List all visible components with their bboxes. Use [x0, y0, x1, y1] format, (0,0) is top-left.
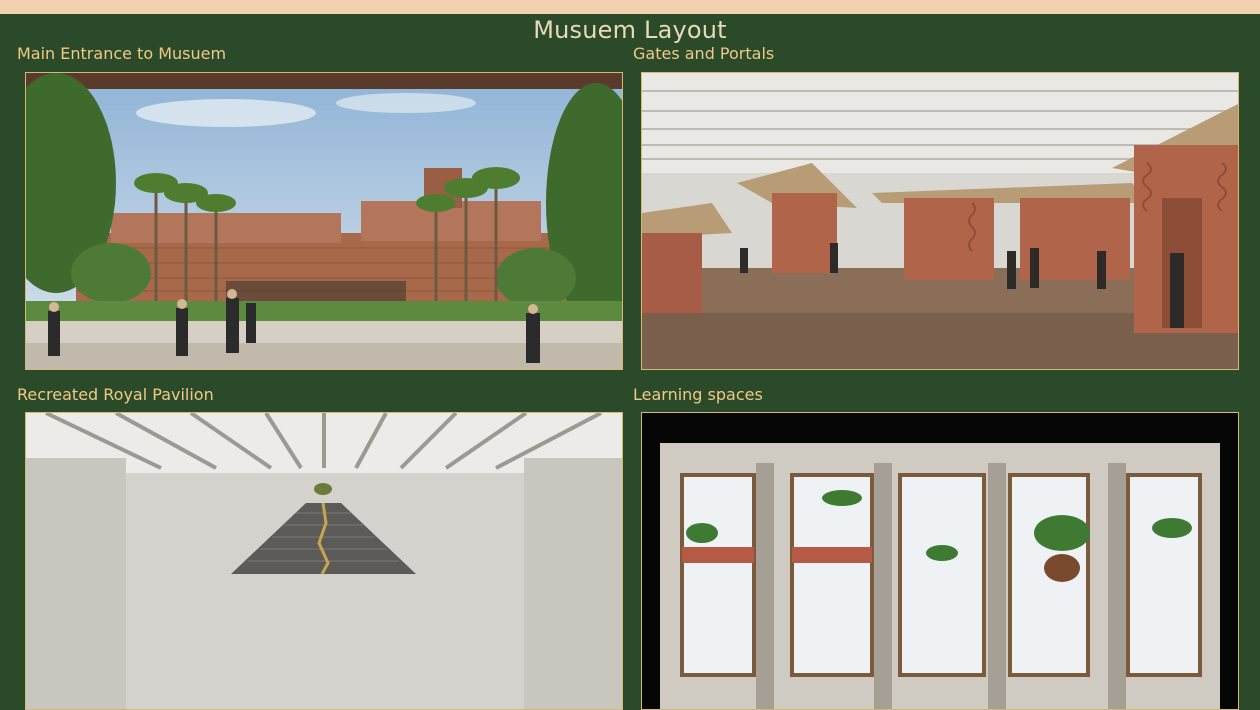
museum-entrance-exterior-image [26, 73, 622, 369]
gallery-caption: Main Entrance to Musuem [17, 44, 227, 63]
gallery-caption: Learning spaces [633, 385, 763, 404]
gallery-caption: Recreated Royal Pavilion [17, 385, 214, 404]
top-accent-bar [0, 0, 1260, 14]
learning-spaces-interior-image [642, 413, 1238, 709]
page-title: Musuem Layout [533, 16, 727, 44]
gallery-card-learning-spaces[interactable] [641, 412, 1239, 710]
royal-pavilion-interior-image [26, 413, 622, 709]
gallery-card-royal-pavilion[interactable] [25, 412, 623, 710]
gates-portals-interior-image [642, 73, 1238, 369]
gallery-caption: Gates and Portals [633, 44, 775, 63]
gallery-card-gates-portals[interactable] [641, 72, 1239, 370]
gallery-card-main-entrance[interactable] [25, 72, 623, 370]
